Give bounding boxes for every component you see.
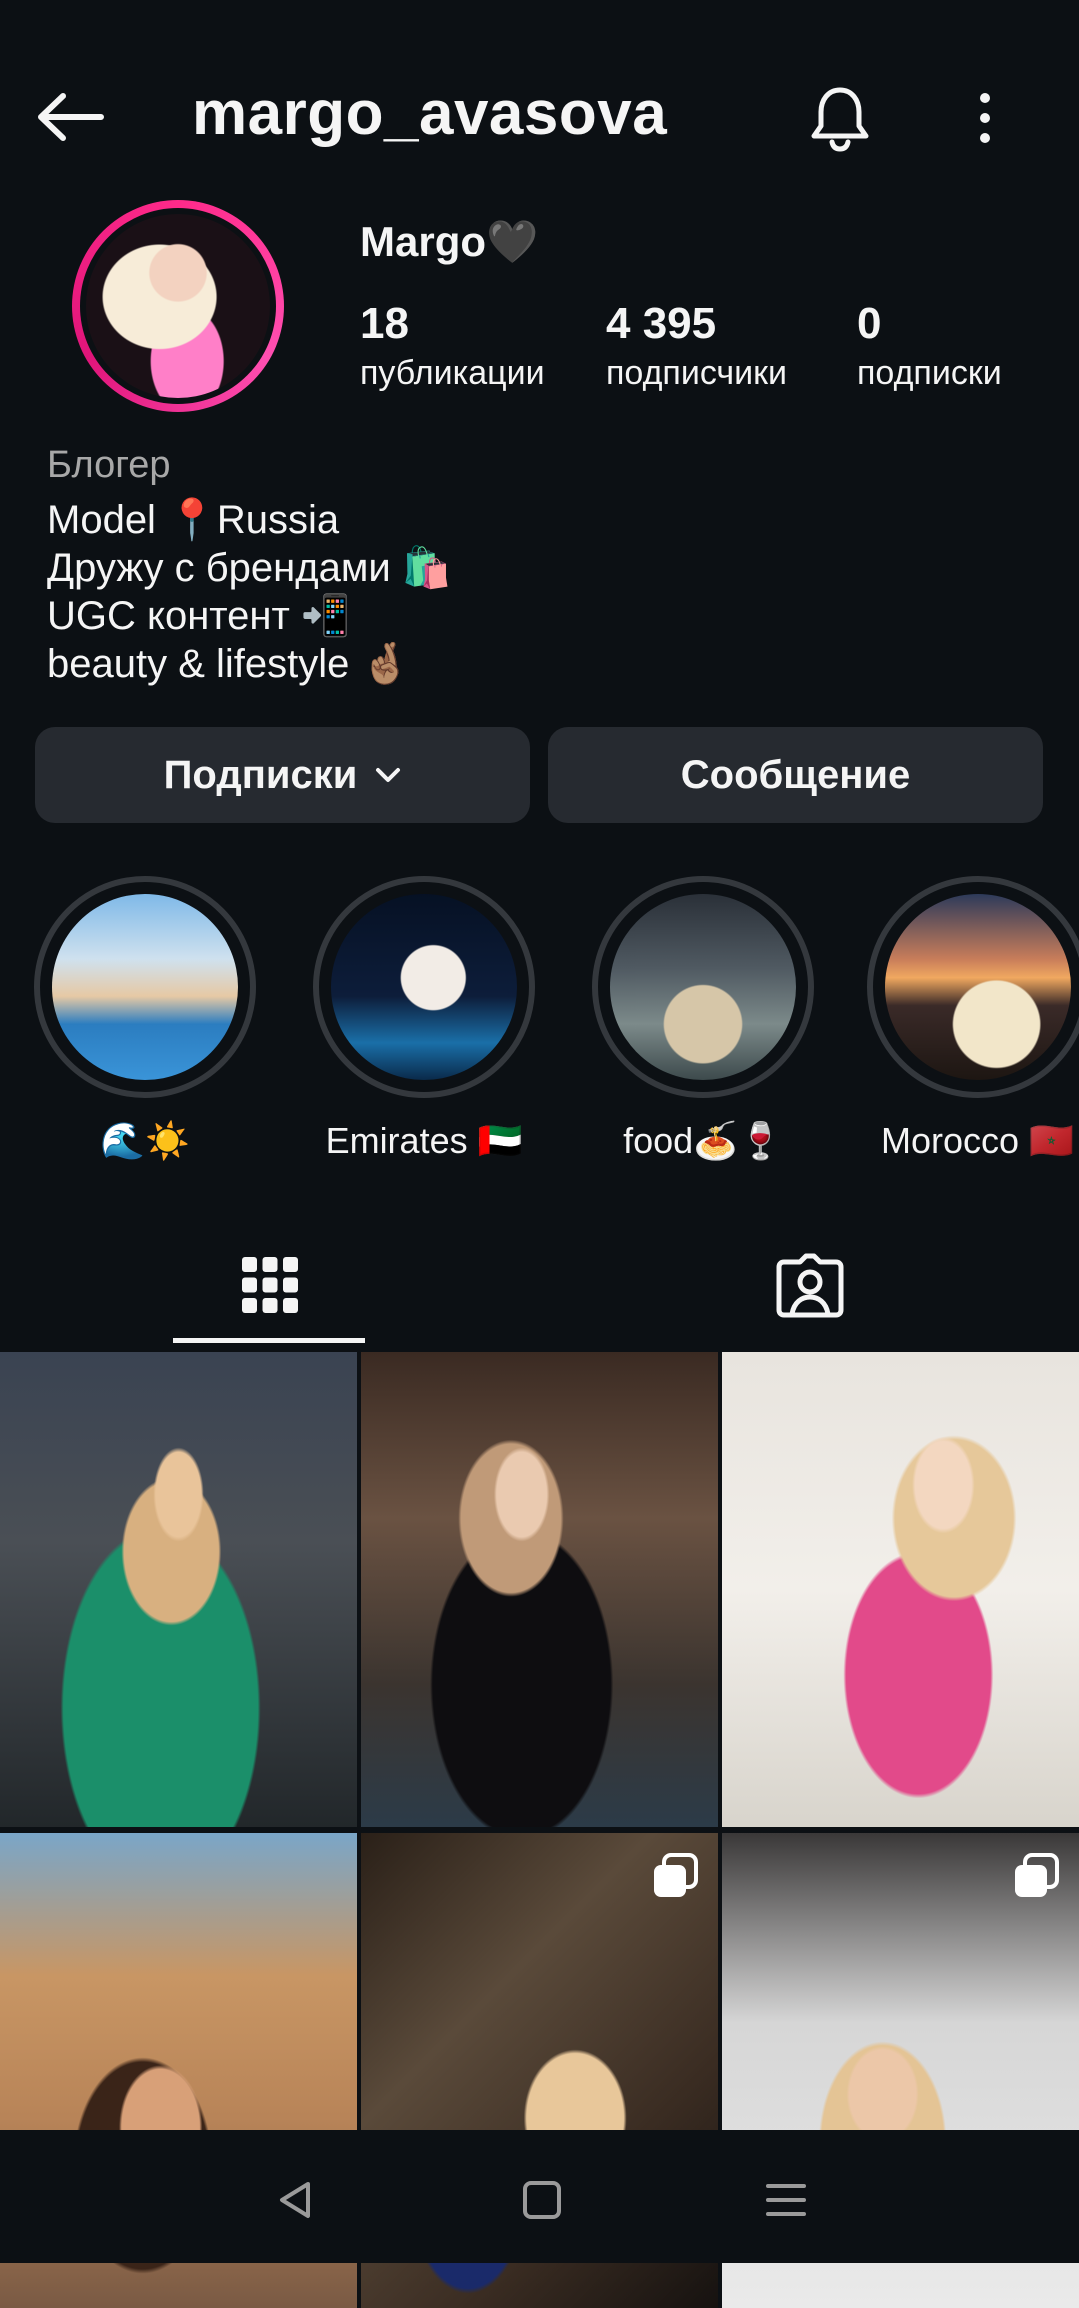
highlight-label: Morocco 🇲🇦 bbox=[881, 1120, 1074, 1161]
avatar-story-ring[interactable] bbox=[72, 200, 284, 412]
profile-tabs bbox=[0, 1220, 1079, 1350]
story-highlight[interactable]: food🍝🍷 bbox=[588, 876, 818, 1162]
notifications-button[interactable] bbox=[800, 78, 880, 158]
message-button-label: Сообщение bbox=[680, 752, 911, 797]
more-options-button[interactable] bbox=[945, 78, 1025, 158]
system-recents-button[interactable] bbox=[746, 2160, 826, 2240]
tab-tagged[interactable] bbox=[540, 1220, 1079, 1350]
stat-following[interactable]: 0 подписки bbox=[857, 298, 1002, 396]
story-highlight[interactable]: 🌊☀️ bbox=[30, 876, 260, 1162]
bio-line: UGC контент 📲 bbox=[47, 594, 351, 638]
stat-followers[interactable]: 4 395 подписчики bbox=[606, 298, 787, 396]
back-button[interactable] bbox=[30, 82, 110, 152]
followers-count: 4 395 bbox=[606, 299, 717, 348]
post-thumbnail[interactable] bbox=[0, 1352, 357, 1827]
arrow-left-icon bbox=[38, 93, 104, 141]
more-vertical-icon bbox=[980, 93, 990, 143]
bio-line: beauty & lifestyle 🤞🏽 bbox=[47, 642, 411, 686]
following-button-label: Подписки bbox=[163, 752, 358, 797]
profile-header: margo_avasova bbox=[0, 60, 1079, 170]
tagged-person-icon bbox=[776, 1253, 843, 1318]
tab-posts-grid[interactable] bbox=[0, 1220, 540, 1350]
profile-username: margo_avasova bbox=[192, 79, 668, 148]
menu-lines-icon bbox=[766, 2184, 806, 2216]
chevron-down-icon bbox=[375, 766, 401, 784]
stat-posts[interactable]: 18 публикации bbox=[360, 298, 545, 396]
square-home-icon bbox=[523, 2181, 561, 2219]
story-highlight[interactable]: Morocco 🇲🇦 bbox=[867, 876, 1079, 1162]
system-home-button[interactable] bbox=[502, 2160, 582, 2240]
highlight-thumbnail bbox=[610, 894, 796, 1080]
carousel-icon bbox=[1015, 1853, 1059, 1897]
bell-icon bbox=[811, 87, 869, 152]
display-name: Margo🖤 bbox=[360, 218, 539, 265]
avatar bbox=[86, 214, 270, 398]
grid-icon bbox=[242, 1257, 298, 1313]
highlight-thumbnail bbox=[52, 894, 238, 1080]
bio-line: Model 📍Russia bbox=[47, 498, 340, 542]
profile-category: Блогер bbox=[47, 444, 171, 486]
post-thumbnail[interactable] bbox=[722, 1352, 1079, 1827]
posts-count: 18 bbox=[360, 299, 409, 348]
carousel-icon bbox=[654, 1853, 698, 1897]
following-count: 0 bbox=[857, 299, 882, 348]
black-heart-emoji: 🖤 bbox=[486, 218, 539, 265]
bio-line: Дружу с брендами 🛍️ bbox=[47, 546, 452, 590]
highlight-thumbnail bbox=[331, 894, 517, 1080]
story-highlight[interactable]: Emirates 🇦🇪 bbox=[309, 876, 539, 1162]
following-button[interactable]: Подписки bbox=[35, 727, 530, 823]
highlight-thumbnail bbox=[885, 894, 1071, 1080]
highlight-label: 🌊☀️ bbox=[100, 1120, 190, 1161]
following-label: подписки bbox=[857, 354, 1002, 392]
post-thumbnail[interactable] bbox=[361, 1352, 718, 1827]
followers-label: подписчики bbox=[606, 354, 788, 392]
highlight-label: Emirates 🇦🇪 bbox=[325, 1120, 523, 1161]
triangle-back-icon bbox=[280, 2182, 310, 2218]
system-navigation-bar bbox=[0, 2130, 1079, 2263]
posts-label: публикации bbox=[360, 354, 545, 392]
message-button[interactable]: Сообщение bbox=[548, 727, 1043, 823]
system-back-button[interactable] bbox=[256, 2160, 336, 2240]
highlight-label: food🍝🍷 bbox=[623, 1120, 783, 1161]
active-tab-indicator bbox=[173, 1338, 365, 1343]
